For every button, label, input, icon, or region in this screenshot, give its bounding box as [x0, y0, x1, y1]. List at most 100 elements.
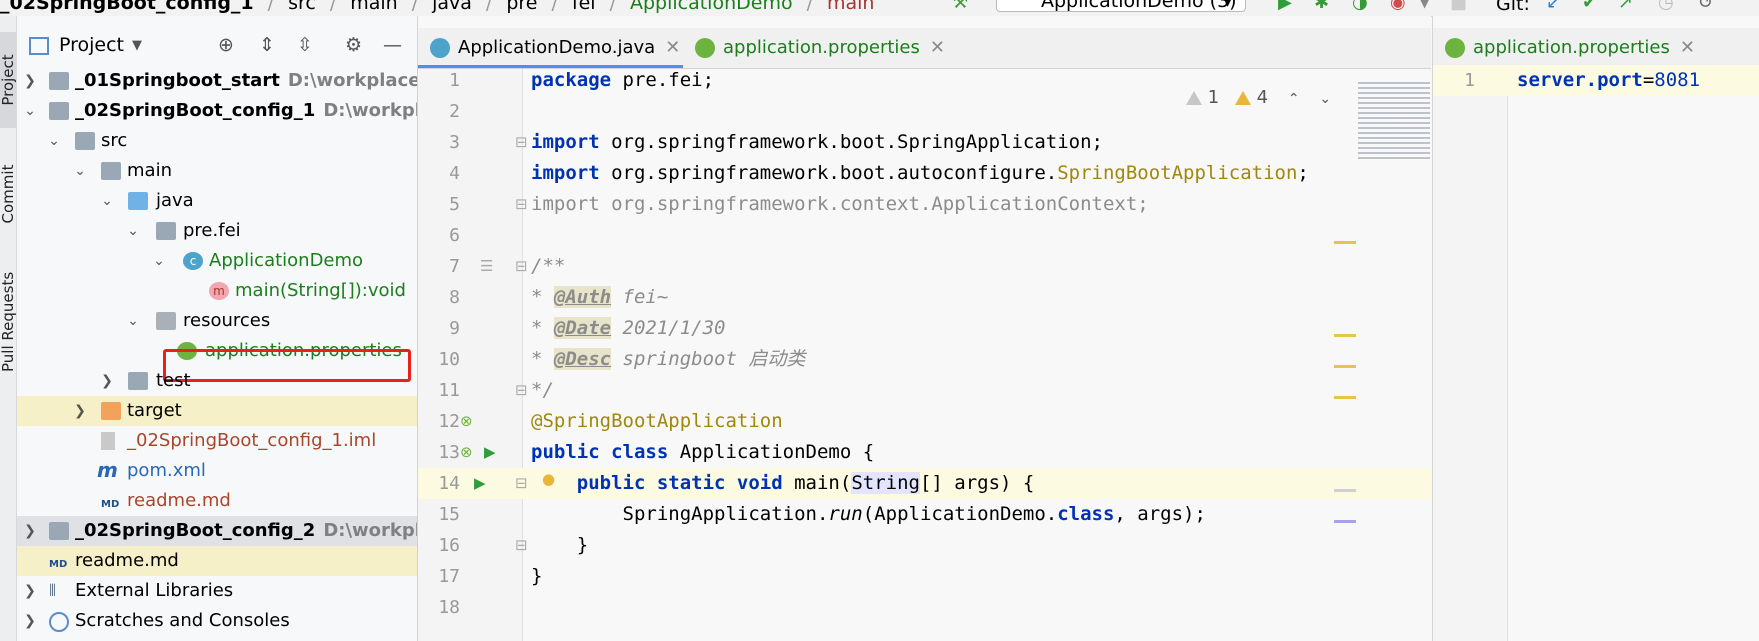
history-icon[interactable]: ◷ [1658, 0, 1674, 12]
locate-icon[interactable]: ⊕ [218, 34, 234, 56]
run-gutter-icon[interactable]: ▶ [474, 468, 486, 499]
close-icon[interactable]: ✕ [930, 37, 945, 58]
code-line-3[interactable]: 3 ⊟ import org.springframework.boot.Spring… [418, 127, 1431, 158]
code-line-13[interactable]: 13 ⊗ ▶ public class ApplicationDemo { [418, 437, 1431, 468]
chevron-down-icon[interactable]: ⌄ [1319, 91, 1331, 107]
usage-stripe-mark[interactable] [1334, 520, 1356, 523]
code-line-11[interactable]: 11 ⊟ */ [418, 375, 1431, 406]
pull-requests-tool-button[interactable]: Pull Requests [0, 272, 17, 372]
code-line-17[interactable]: 17} [418, 561, 1431, 592]
fold-icon[interactable]: ⊟ [515, 530, 528, 561]
breadcrumb-item-pre[interactable]: pre [506, 0, 537, 14]
chevron-down-icon[interactable]: ⌄ [125, 306, 141, 336]
code-line-7[interactable]: 7 ☰ ⊟/** [418, 251, 1431, 282]
collapse-all-icon[interactable]: ⇳ [297, 34, 313, 56]
breadcrumb-item-fei[interactable]: fei [572, 0, 596, 14]
tree-item-test[interactable]: ❯ test [17, 366, 417, 396]
code-line-6[interactable]: 6 [418, 220, 1431, 251]
chevron-down-icon[interactable]: ▼ [1420, 0, 1429, 12]
run-icon[interactable]: ▶ [1278, 0, 1292, 12]
code-line-10[interactable]: 10 * @Desc springboot 启动类 [418, 344, 1431, 375]
chevron-right-icon[interactable]: ❯ [72, 396, 88, 426]
project-panel-title[interactable]: Project [59, 34, 124, 56]
git-commit-icon[interactable]: ✔ [1582, 0, 1597, 12]
breadcrumb-item-java[interactable]: java [432, 0, 472, 14]
tree-item-root-readme[interactable]: MD readme.md [17, 546, 417, 576]
code-minimap[interactable] [1358, 82, 1430, 160]
chevron-down-icon[interactable]: ⌄ [151, 246, 167, 276]
fold-icon[interactable]: ⊟ [515, 375, 528, 406]
fold-icon[interactable]: ⊟ [515, 251, 528, 282]
breadcrumb-item-class[interactable]: ApplicationDemo [630, 0, 793, 14]
breadcrumb-item-main[interactable]: main [350, 0, 397, 14]
breadcrumb-item-project[interactable]: _02SpringBoot_config_1 [0, 0, 254, 14]
tree-item-02springboot-config-2[interactable]: ❯ _02SpringBoot_config_2 D:\workplace [17, 516, 417, 546]
chevron-up-icon[interactable]: ⌃ [1288, 91, 1300, 107]
run-configuration-select[interactable]: ApplicationDemo (3) ▼ [996, 0, 1246, 12]
render-doc-icon[interactable]: ☰ [480, 251, 493, 282]
tree-item-scratches[interactable]: ❯ Scratches and Consoles [17, 606, 417, 636]
tree-item-pom-xml[interactable]: m pom.xml [17, 456, 417, 486]
tree-item-applicationdemo[interactable]: ⌄ c ApplicationDemo [17, 246, 417, 276]
warning-stripe-mark[interactable] [1334, 396, 1356, 399]
chevron-right-icon[interactable]: ❯ [22, 606, 38, 636]
chevron-right-icon[interactable]: ❯ [22, 66, 38, 96]
chevron-down-icon[interactable]: ⌄ [72, 156, 88, 186]
code-line-12[interactable]: 12 ⊗ @SpringBootApplication [418, 406, 1431, 437]
code-line-16[interactable]: 16 ⊟ } [418, 530, 1431, 561]
code-line-9[interactable]: 9 * @Date 2021/1/30 [418, 313, 1431, 344]
tree-item-iml[interactable]: _02SpringBoot_config_1.iml [17, 426, 417, 456]
expand-all-icon[interactable]: ⇕ [259, 34, 275, 56]
breadcrumb-item-method[interactable]: main [827, 0, 874, 14]
warning-stripe-mark[interactable] [1334, 334, 1356, 337]
commit-tool-button[interactable]: Commit [0, 146, 17, 242]
code-line-14[interactable]: 14 ▶ ⊟ ● public static void main(String[] a… [418, 468, 1431, 499]
stop-icon[interactable]: ■ [1450, 0, 1467, 12]
rollback-icon[interactable]: ↺ [1698, 0, 1713, 12]
spring-bean-icon[interactable]: ⊗ [460, 406, 473, 437]
tree-item-readme[interactable]: MD readme.md [17, 486, 417, 516]
code-line-1[interactable]: 1 server.port=8081 [1433, 65, 1759, 96]
tree-item-src[interactable]: ⌄ src [17, 126, 417, 156]
tree-item-java[interactable]: ⌄ java [17, 186, 417, 216]
tree-item-pre-fei[interactable]: ⌄ pre.fei [17, 216, 417, 246]
profile-icon[interactable]: ◉ [1390, 0, 1406, 12]
code-line-5[interactable]: 5 ⊟ import org.springframework.context.App… [418, 189, 1431, 220]
tree-item-resources[interactable]: ⌄ resources [17, 306, 417, 336]
debug-icon[interactable]: ✱ [1314, 0, 1329, 12]
coverage-icon[interactable]: ◑ [1352, 0, 1368, 12]
code-line-15[interactable]: 15 SpringApplication.run(ApplicationDemo… [418, 499, 1431, 530]
fold-icon[interactable]: ⊟ [515, 127, 528, 158]
hammer-icon[interactable]: ⚒ [952, 0, 968, 12]
chevron-right-icon[interactable]: ❯ [99, 366, 115, 396]
warning-stripe-mark[interactable] [1334, 365, 1356, 368]
code-line-18[interactable]: 18 [418, 592, 1431, 623]
code-line-8[interactable]: 8 * @Auth fei~ [418, 282, 1431, 313]
chevron-down-icon[interactable]: ⌄ [22, 96, 38, 126]
chevron-down-icon[interactable]: ⌄ [46, 126, 62, 156]
chevron-down-icon[interactable]: ⌄ [125, 216, 141, 246]
info-stripe-mark[interactable] [1334, 489, 1356, 492]
project-tool-button[interactable]: Project [0, 32, 17, 128]
fold-icon[interactable]: ⊟ [515, 189, 528, 220]
tree-item-01springboot-start[interactable]: ❯ _01Springboot_start D:\workplace\java [17, 66, 417, 96]
chevron-down-icon[interactable]: ⌄ [99, 186, 115, 216]
fold-icon[interactable]: ⊟ [515, 468, 528, 499]
hide-icon[interactable]: — [383, 34, 402, 56]
warning-stripe-mark[interactable] [1334, 241, 1356, 244]
git-update-icon[interactable]: ↙ [1546, 0, 1561, 12]
line-number-gutter[interactable] [1433, 69, 1508, 641]
git-push-icon[interactable]: ↗ [1618, 0, 1633, 12]
code-line-4[interactable]: 4 import org.springframework.boot.autocon… [418, 158, 1431, 189]
tree-item-target[interactable]: ❯ target [17, 396, 417, 426]
chevron-right-icon[interactable]: ❯ [22, 516, 38, 546]
breadcrumb-item-src[interactable]: src [288, 0, 316, 14]
tab-application-properties[interactable]: application.properties ✕ [1433, 28, 1698, 68]
tree-item-main-method[interactable]: m main(String[]):void [17, 276, 417, 306]
run-gutter-icon[interactable]: ▶ [484, 437, 496, 468]
close-icon[interactable]: ✕ [665, 37, 680, 58]
chevron-down-icon[interactable]: ▼ [132, 38, 142, 53]
tree-item-main[interactable]: ⌄ main [17, 156, 417, 186]
tree-item-external-libraries[interactable]: ❯ ⦀ External Libraries [17, 576, 417, 606]
tab-application-properties[interactable]: application.properties ✕ [683, 28, 958, 68]
